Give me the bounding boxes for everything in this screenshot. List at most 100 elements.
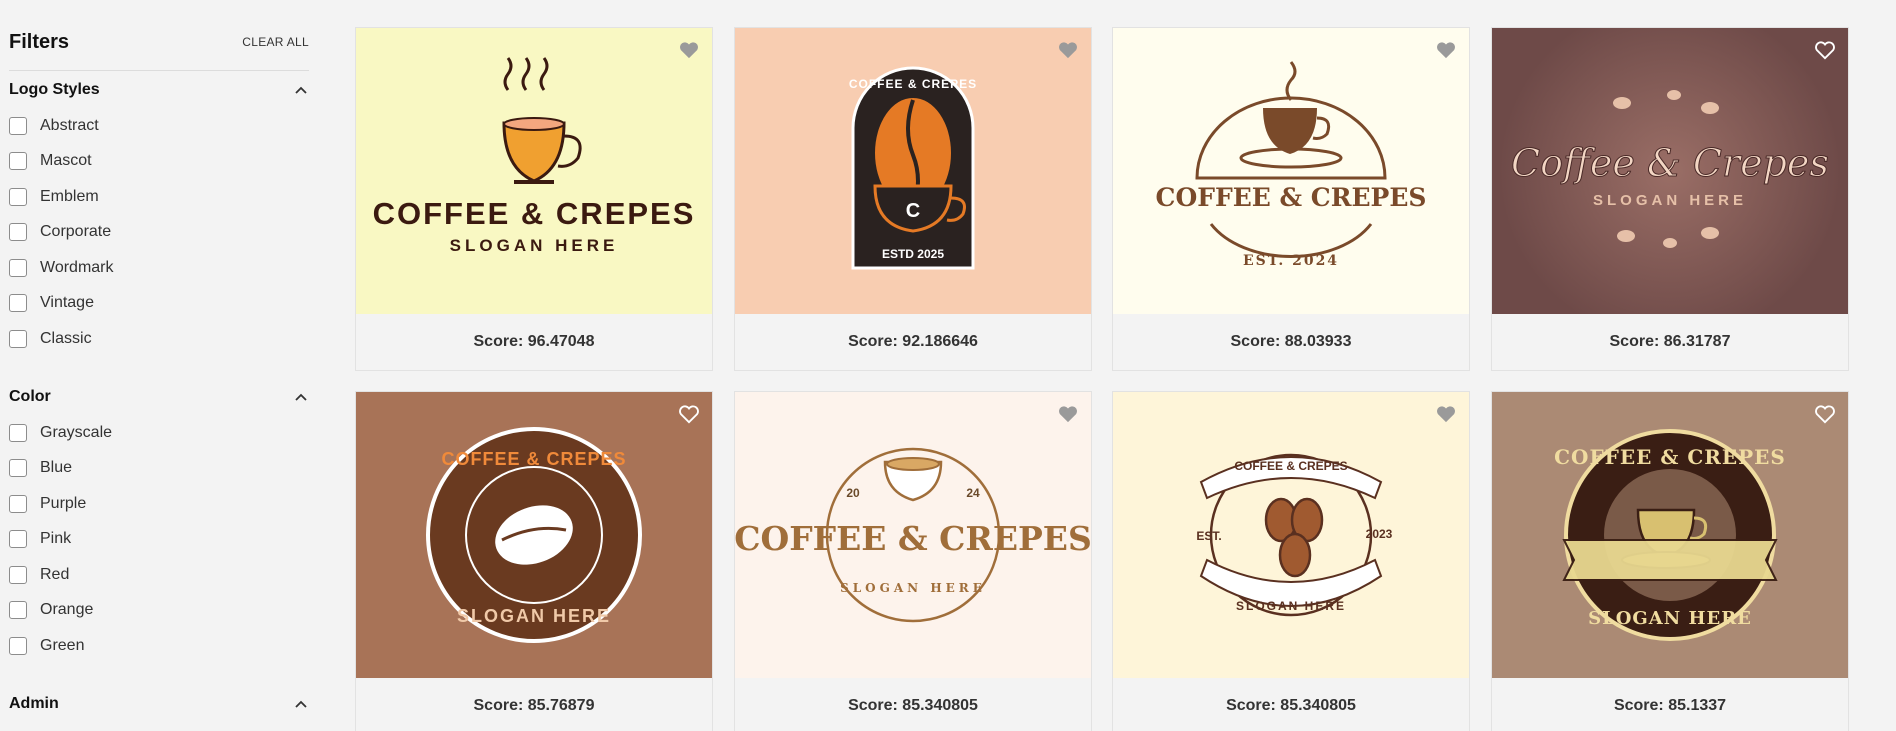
filter-option-pink[interactable]: Pink [9,522,309,558]
divider [9,70,309,71]
logo-text: COFFEE & CREPES [441,449,626,469]
section-header-logo-styles[interactable]: Logo Styles [9,78,309,102]
filter-section-color: Color Grayscale Blue Purple Pink Red Ora… [9,385,309,664]
logo-slogan: SLOGAN HERE [450,236,619,255]
checkbox[interactable] [9,152,27,171]
score-label: Score: 88.03933 [1113,314,1469,370]
filter-option-grayscale[interactable]: Grayscale [9,415,309,451]
logo-card[interactable]: COFFEE & CREPES EST. 2024 Score: 88.0393… [1112,27,1470,371]
score-label: Score: 85.340805 [1113,678,1469,731]
clear-all-button[interactable]: CLEAR ALL [242,35,309,49]
option-label: Corporate [40,223,112,241]
option-label: Vintage [40,294,94,312]
logo-image[interactable]: 20 24 COFFEE & CREPES SLOGAN HERE [735,392,1091,678]
option-label: Pink [40,530,72,548]
ornamental-cup-logo: 20 24 COFFEE & CREPES SLOGAN HERE [735,447,1091,623]
filter-option-corporate[interactable]: Corporate [9,215,309,251]
logo-initial: C [906,200,920,222]
logo-text: COFFEE & CREPES [735,519,1091,558]
logo-year-right: 2023 [1366,527,1393,541]
chevron-up-icon[interactable] [293,389,309,405]
checkbox[interactable] [9,459,27,478]
filter-option-mascot[interactable]: Mascot [9,144,309,180]
filter-option-blue[interactable]: Blue [9,451,309,487]
score-label: Score: 96.47048 [356,314,712,370]
checkbox[interactable] [9,565,27,584]
logo-card[interactable]: COFFEE & CREPES SLOGAN HERE Score: 85.76… [355,391,713,731]
logo-card[interactable]: COFFEE & CREPES SLOGAN HERE EST. 2023 Sc… [1112,391,1470,731]
filter-option-purple[interactable]: Purple [9,486,309,522]
filters-sidebar: Filters CLEAR ALL Logo Styles Abstract M… [0,0,320,731]
section-title: Color [9,388,51,405]
round-bean-emblem-logo: COFFEE & CREPES SLOGAN HERE [426,427,642,643]
option-label: Green [40,636,85,654]
section-title: Admin [9,695,59,712]
section-header-admin[interactable]: Admin [9,692,309,716]
logo-image[interactable]: COFFEE & CREPES SLOGAN HERE [356,28,712,314]
checkbox[interactable] [9,329,27,348]
checkbox[interactable] [9,116,27,135]
logo-slogan: SLOGAN HERE [840,581,986,595]
filter-option-wordmark[interactable]: Wordmark [9,250,309,286]
filter-option-classic[interactable]: Classic [9,321,309,357]
chevron-up-icon[interactable] [293,82,309,98]
logo-slogan: SLOGAN HERE [1593,192,1747,209]
checkbox[interactable] [9,636,27,655]
logo-image[interactable]: COFFEE & CREPES EST. 2024 [1113,28,1469,314]
filter-option-abstract[interactable]: Abstract [9,108,309,144]
logo-slogan: SLOGAN HERE [1588,608,1752,629]
favorite-heart-icon[interactable] [678,404,700,424]
filter-option-orange[interactable]: Orange [9,593,309,629]
section-header-color[interactable]: Color [9,385,309,409]
coffee-bean-badge-logo: C COFFEE & CREPES ESTD 2025 [849,66,976,270]
logo-image[interactable]: COFFEE & CREPES SLOGAN HERE [356,392,712,678]
logo-slogan: SLOGAN HERE [1236,599,1346,613]
logo-image[interactable]: Coffee & Crepes SLOGAN HERE [1492,28,1848,314]
checkbox[interactable] [9,494,27,513]
logo-card[interactable]: C COFFEE & CREPES ESTD 2025 Score: 92.18… [734,27,1092,371]
option-label: Abstract [40,116,99,134]
filter-section-logo-styles: Logo Styles Abstract Mascot Emblem Corpo… [9,78,309,357]
logo-year-right: 24 [966,486,980,500]
logo-image[interactable]: COFFEE & CREPES SLOGAN HERE [1492,392,1848,678]
option-label: Orange [40,601,94,619]
favorite-heart-icon[interactable] [678,40,700,60]
score-label: Score: 85.1337 [1492,678,1848,731]
filter-option-vintage[interactable]: Vintage [9,286,309,322]
chevron-up-icon[interactable] [293,696,309,712]
script-wordmark-logo: Coffee & Crepes SLOGAN HERE [1511,90,1829,248]
logo-text: COFFEE & CREPES [1156,183,1427,212]
logo-card[interactable]: COFFEE & CREPES SLOGAN HERE Score: 96.47… [355,27,713,371]
logo-text: Coffee & Crepes [1511,141,1829,185]
logo-slogan: EST. 2024 [1243,253,1339,269]
favorite-heart-icon[interactable] [1435,40,1457,60]
logo-card[interactable]: COFFEE & CREPES SLOGAN HERE Score: 85.13… [1491,391,1849,731]
logo-slogan: ESTD 2025 [882,247,944,261]
favorite-heart-icon[interactable] [1814,40,1836,60]
logo-year-left: EST. [1196,529,1221,543]
logo-card[interactable]: Coffee & Crepes SLOGAN HERE Score: 86.31… [1491,27,1849,371]
filter-option-emblem[interactable]: Emblem [9,179,309,215]
logo-text: COFFEE & CREPES [1554,445,1786,469]
checkbox[interactable] [9,423,27,442]
filter-option-green[interactable]: Green [9,628,309,664]
favorite-heart-icon[interactable] [1057,404,1079,424]
filter-option-red[interactable]: Red [9,557,309,593]
round-cup-emblem-logo: COFFEE & CREPES SLOGAN HERE [1554,429,1786,641]
logo-card[interactable]: 20 24 COFFEE & CREPES SLOGAN HERE Score:… [734,391,1092,731]
favorite-heart-icon[interactable] [1057,40,1079,60]
favorite-heart-icon[interactable] [1435,404,1457,424]
favorite-heart-icon[interactable] [1814,404,1836,424]
score-label: Score: 85.76879 [356,678,712,731]
score-label: Score: 86.31787 [1492,314,1848,370]
checkbox[interactable] [9,223,27,242]
logo-image[interactable]: COFFEE & CREPES SLOGAN HERE EST. 2023 [1113,392,1469,678]
option-label: Classic [40,329,92,347]
section-title: Logo Styles [9,81,100,98]
checkbox[interactable] [9,294,27,313]
logo-image[interactable]: C COFFEE & CREPES ESTD 2025 [735,28,1091,314]
checkbox[interactable] [9,187,27,206]
checkbox[interactable] [9,258,27,277]
checkbox[interactable] [9,601,27,620]
checkbox[interactable] [9,530,27,549]
